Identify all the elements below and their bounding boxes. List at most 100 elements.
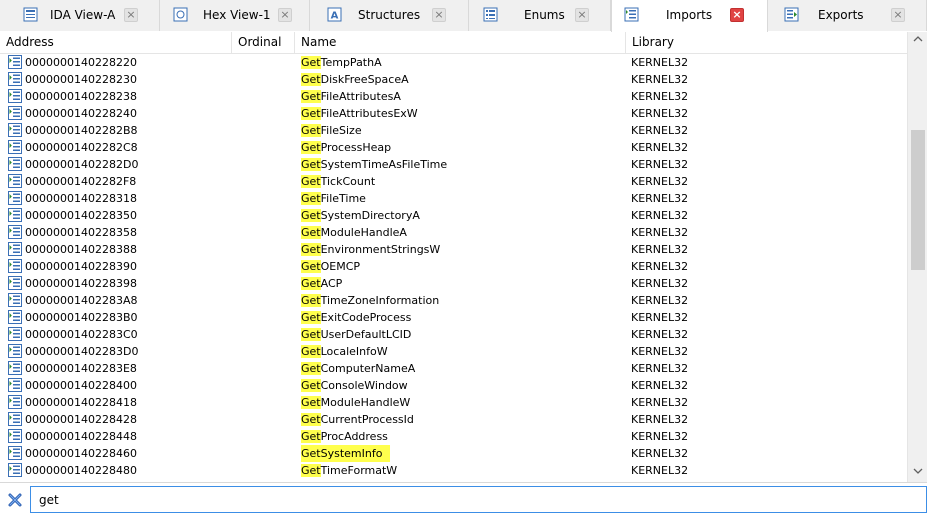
table-row[interactable]: 0000000140228390 GetOEMCP KERNEL32 [0, 258, 907, 275]
vertical-scrollbar[interactable] [907, 32, 927, 482]
table-row[interactable]: 0000000140228230 GetDiskFreeSpaceA KERNEL3… [0, 71, 907, 88]
cell-name: GetSystemTimeAsFileTime [301, 156, 447, 173]
table-row[interactable]: 00000001402283E8 GetComputerNameA KERNEL32 [0, 360, 907, 377]
cell-address: 0000000140228418 [25, 396, 137, 409]
table-row[interactable]: 00000001402282C8 GetProcessHeap KERNEL32 [0, 139, 907, 156]
cell-address: 00000001402283C0 [25, 328, 138, 341]
cell-address: 0000000140228220 [25, 56, 137, 69]
table-row[interactable]: 00000001402282B8 GetFileSize KERNEL32 [0, 122, 907, 139]
cell-name: GetFileSize [301, 122, 362, 139]
import-entry-icon [8, 412, 22, 426]
close-icon[interactable]: × [575, 8, 589, 22]
cell-name: GetProcAddress [301, 428, 388, 445]
cell-name: GetTimeZoneInformation [301, 292, 439, 309]
name-highlight: Get [301, 413, 321, 426]
cell-address: 0000000140228390 [25, 260, 137, 273]
cell-name: GetEnvironmentStringsW [301, 241, 440, 258]
cell-library: KERNEL32 [631, 124, 689, 137]
table-row[interactable]: 0000000140228350 GetSystemDirectoryA KERNE… [0, 207, 907, 224]
close-icon[interactable]: × [278, 8, 292, 22]
tab-label: Imports [666, 8, 713, 22]
table-row[interactable]: 0000000140228388 GetEnvironmentStringsW KE… [0, 241, 907, 258]
close-icon[interactable]: × [891, 8, 905, 22]
cell-library: KERNEL32 [631, 464, 689, 477]
tab-structures[interactable]: A Structures × [310, 0, 469, 31]
import-entry-icon [8, 293, 22, 307]
scroll-up-icon[interactable] [908, 32, 927, 50]
name-highlight: Get [301, 260, 321, 273]
table-row[interactable]: 00000001402283B0 GetExitCodeProcess KERNEL… [0, 309, 907, 326]
column-header-library[interactable]: Library [626, 32, 907, 54]
table-row[interactable]: 00000001402282D0 GetSystemTimeAsFileTime K… [0, 156, 907, 173]
cell-library: KERNEL32 [631, 90, 689, 103]
close-filter-icon[interactable] [7, 492, 23, 508]
cell-library: KERNEL32 [631, 311, 689, 324]
table-row[interactable]: 0000000140228398 GetACP KERNEL32 [0, 275, 907, 292]
cell-library: KERNEL32 [631, 158, 689, 171]
table-row[interactable]: 0000000140228220 GetTempPathA KERNEL32 [0, 54, 907, 71]
name-highlight: Get [301, 226, 321, 239]
column-header: Address Ordinal Name Library [0, 32, 907, 54]
table-row[interactable]: 0000000140228400 GetConsoleWindow KERNEL32 [0, 377, 907, 394]
filter-input[interactable] [30, 486, 927, 513]
table-row[interactable]: 0000000140228318 GetFileTime KERNEL32 [0, 190, 907, 207]
table-row[interactable]: 00000001402282F8 GetTickCount KERNEL32 [0, 173, 907, 190]
cell-name: GetFileAttributesA [301, 88, 401, 105]
imports-table: 0000000140228220 GetTempPathA KERNEL32 0000… [0, 54, 907, 481]
import-entry-icon [8, 463, 22, 477]
name-highlight: Get [301, 56, 321, 69]
cell-library: KERNEL32 [631, 277, 689, 290]
table-row[interactable]: 0000000140228240 GetFileAttributesExW KERN… [0, 105, 907, 122]
cell-address: 0000000140228480 [25, 464, 137, 477]
tab-exports[interactable]: Exports × [768, 0, 927, 31]
import-entry-icon [8, 174, 22, 188]
cell-address: 00000001402282B8 [25, 124, 138, 137]
exports-icon [784, 7, 799, 22]
table-row-selected[interactable]: 0000000140228460 GetSystemInfo KERNEL32 [0, 445, 907, 462]
cell-library: KERNEL32 [631, 243, 689, 256]
tab-imports[interactable]: Imports × [611, 0, 768, 32]
cell-library: KERNEL32 [631, 226, 689, 239]
name-highlight: Get [301, 90, 321, 103]
tab-enums[interactable]: Enums × [469, 0, 611, 31]
cell-address: 0000000140228358 [25, 226, 137, 239]
name-rest: OEMCP [320, 260, 361, 273]
table-row[interactable]: 0000000140228428 GetCurrentProcessId KERNE… [0, 411, 907, 428]
cell-library: KERNEL32 [631, 413, 689, 426]
scrollbar-thumb[interactable] [911, 130, 925, 270]
close-icon[interactable]: × [432, 8, 446, 22]
table-row[interactable]: 00000001402283D0 GetLocaleInfoW KERNEL32 [0, 343, 907, 360]
tab-label: Enums [524, 8, 565, 22]
tab-hex-view-1[interactable]: Hex View-1 × [160, 0, 310, 31]
table-row[interactable]: 0000000140228358 GetModuleHandleA KERNEL32 [0, 224, 907, 241]
table-row[interactable]: 0000000140228238 GetFileAttributesA KERNEL… [0, 88, 907, 105]
cell-address: 00000001402283E8 [25, 362, 137, 375]
close-icon[interactable]: × [730, 8, 744, 22]
cell-address: 0000000140228230 [25, 73, 137, 86]
table-row[interactable]: 00000001402283C0 GetUserDefaultLCID KERNEL… [0, 326, 907, 343]
table-row[interactable]: 0000000140228418 GetModuleHandleW KERNEL32 [0, 394, 907, 411]
column-header-address[interactable]: Address [0, 32, 232, 54]
name-highlight: Get [301, 345, 321, 358]
name-rest: ModuleHandleA [320, 226, 407, 239]
scroll-down-icon[interactable] [908, 464, 927, 482]
name-highlight: Get [301, 396, 321, 409]
cell-name: GetTickCount [301, 173, 375, 190]
name-highlight: Get [301, 464, 321, 477]
table-row[interactable]: 0000000140228480 GetTimeFormatW KERNEL32 [0, 462, 907, 479]
import-entry-icon [8, 157, 22, 171]
tab-label: IDA View-A [50, 8, 116, 22]
cell-name: GetUserDefaultLCID [301, 326, 411, 343]
name-highlight: Get [301, 175, 321, 188]
column-header-ordinal[interactable]: Ordinal [232, 32, 295, 54]
tab-ida-view-a[interactable]: IDA View-A × [0, 0, 160, 31]
table-row[interactable]: 00000001402283A8 GetTimeZoneInformation KE… [0, 292, 907, 309]
name-rest: FileSize [320, 124, 362, 137]
cell-address: 00000001402282F8 [25, 175, 137, 188]
name-highlight: Get [301, 277, 321, 290]
column-header-name[interactable]: Name [295, 32, 626, 54]
cell-name: GetACP [301, 275, 342, 292]
table-row[interactable]: 0000000140228448 GetProcAddress KERNEL32 [0, 428, 907, 445]
name-rest: SystemDirectoryA [320, 209, 420, 222]
close-icon[interactable]: × [124, 8, 138, 22]
